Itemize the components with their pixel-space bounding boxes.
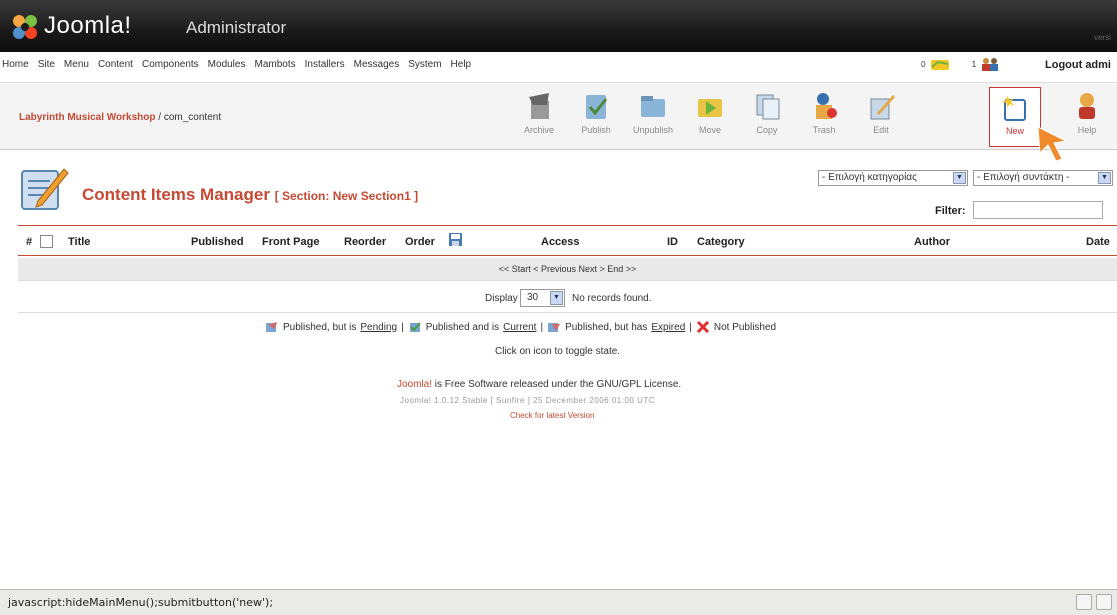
save-order-icon[interactable]	[448, 232, 463, 247]
col-id: ID	[667, 236, 678, 248]
chevron-down-icon: ▼	[550, 291, 563, 305]
new-button[interactable]: New	[989, 87, 1041, 147]
display-row	[18, 282, 1117, 313]
status-bar-icons	[1076, 594, 1112, 610]
col-date: Date	[1086, 236, 1110, 248]
main-menu: Home Site Menu Content Components Module…	[2, 59, 471, 70]
menu-item-messages[interactable]: Messages	[354, 59, 400, 70]
page-title: Content Items Manager [ Section: New Sec…	[82, 185, 419, 204]
help-icon	[1079, 93, 1095, 119]
expired-icon	[548, 323, 561, 332]
menu-item-site[interactable]: Site	[38, 59, 55, 70]
mail-icon[interactable]	[930, 57, 950, 71]
col-author: Author	[914, 236, 951, 248]
filter-input[interactable]	[973, 201, 1103, 219]
category-select[interactable]: - Επιλογή κατηγορίας ▼	[818, 170, 968, 186]
move-icon	[698, 99, 722, 117]
menu-item-content[interactable]: Content	[98, 59, 133, 70]
joomla-link[interactable]: Joomla!	[397, 379, 432, 390]
new-icon	[1002, 96, 1026, 121]
legend-pending: Pending	[360, 321, 398, 333]
trash-icon	[816, 93, 837, 119]
section-label: [ Section: New Section1 ]	[274, 189, 419, 203]
menu-item-mambots[interactable]: Mambots	[254, 59, 295, 70]
chevron-down-icon: ▼	[1098, 172, 1111, 184]
col-front-page: Front Page	[262, 236, 320, 248]
legend-expired: Expired	[651, 321, 686, 333]
users-online-count: 1	[971, 59, 977, 69]
menu-item-system[interactable]: System	[408, 59, 441, 70]
unpublish-button[interactable]: Unpublish	[627, 87, 679, 147]
site-name[interactable]: Labyrinth Musical Workshop	[19, 112, 156, 123]
menu-item-home[interactable]: Home	[2, 59, 29, 70]
col-number: #	[26, 236, 33, 248]
header-version-text: versi	[1094, 33, 1111, 42]
col-category: Category	[697, 236, 745, 248]
header-status: 0 1	[921, 57, 1000, 71]
archive-button[interactable]: Archive	[513, 87, 565, 147]
users-icon[interactable]	[980, 57, 1000, 71]
filter-label: Filter:	[935, 205, 966, 217]
unpublish-icon	[641, 96, 665, 117]
menu-item-help[interactable]: Help	[451, 59, 472, 70]
author-select[interactable]: - Επιλογή συντάκτη - ▼	[973, 170, 1113, 186]
menu-item-installers[interactable]: Installers	[305, 59, 345, 70]
display-limit-select[interactable]: 30 ▼	[520, 289, 565, 307]
footer-version: Joomla! 1.0.12 Stable [ Sunfire ] 25 Dec…	[400, 396, 656, 405]
edit-icon	[870, 95, 895, 120]
copy-icon	[756, 94, 780, 120]
col-access: Access	[541, 236, 580, 248]
menu-item-components[interactable]: Components	[142, 59, 199, 70]
messages-count: 0	[921, 59, 926, 69]
archive-icon	[529, 93, 549, 119]
copy-button[interactable]: Copy	[741, 87, 793, 147]
legend-current: Current	[503, 321, 537, 333]
menu-item-menu[interactable]: Menu	[64, 59, 89, 70]
security-icon[interactable]	[1096, 594, 1112, 610]
admin-header	[0, 0, 1117, 52]
footer-license: Joomla! is Free Software released under …	[397, 379, 682, 390]
col-title[interactable]: Title	[68, 236, 90, 248]
check-version-link[interactable]: Check for latest Version	[510, 411, 594, 420]
pagination[interactable]: << Start < Previous Next > End >>	[18, 264, 1117, 274]
current-icon	[409, 322, 421, 332]
logout-link[interactable]: Logout admi	[1045, 59, 1111, 71]
content-manager-icon	[21, 168, 69, 210]
not-published-icon	[696, 321, 709, 333]
zone-icon[interactable]	[1076, 594, 1092, 610]
admin-subtitle: Administrator	[186, 18, 287, 37]
publish-button[interactable]: Publish	[570, 87, 622, 147]
move-button[interactable]: Move	[684, 87, 736, 147]
status-legend: Published, but is Pending | Published and …	[265, 321, 776, 333]
select-all-checkbox[interactable]	[40, 235, 53, 248]
chevron-down-icon: ▼	[953, 172, 966, 184]
toggle-hint: Click on icon to toggle state.	[495, 346, 621, 357]
status-bar-text: javascript:hideMainMenu();submitbutton('…	[8, 596, 274, 609]
breadcrumb: Labyrinth Musical Workshop / com_content	[19, 112, 221, 123]
no-records-message: No records found.	[572, 293, 652, 304]
trash-button[interactable]: Trash	[798, 87, 850, 147]
col-reorder: Reorder	[344, 236, 387, 248]
col-order: Order	[405, 236, 435, 248]
col-published: Published	[191, 236, 244, 248]
menu-item-modules[interactable]: Modules	[208, 59, 246, 70]
breadcrumb-path: / com_content	[155, 112, 222, 123]
brand-logo-text: Joomla!	[44, 12, 132, 39]
mouse-cursor-icon	[1037, 126, 1068, 162]
pending-icon	[266, 322, 277, 332]
publish-icon	[586, 95, 608, 119]
joomla-logo-icon	[13, 15, 37, 39]
edit-button[interactable]: Edit	[855, 87, 907, 147]
